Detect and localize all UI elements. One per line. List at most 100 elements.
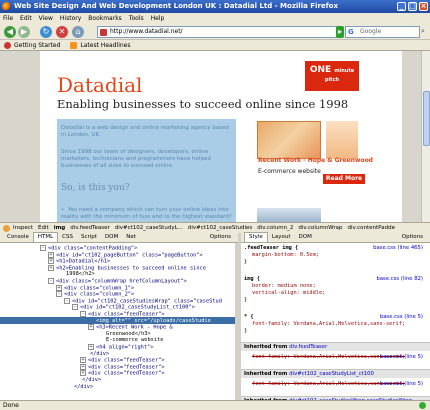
expand-icon[interactable]: + xyxy=(48,258,54,265)
site-logo[interactable]: Datadial xyxy=(57,73,142,97)
menu-help[interactable]: Help xyxy=(151,15,165,22)
css-source-link[interactable]: base.css (line 82) xyxy=(376,276,423,283)
html-node-line[interactable]: Greenwood</h3> xyxy=(96,331,151,338)
html-node-line[interactable]: </div> xyxy=(64,384,93,391)
collapse-icon[interactable]: - xyxy=(64,297,70,304)
forward-icon[interactable]: ▶ xyxy=(18,26,30,38)
crumb-casestudylist[interactable]: div#ct102_caseStudyL... xyxy=(115,225,183,231)
collapse-icon[interactable]: - xyxy=(72,304,78,311)
html-options-button[interactable]: Options xyxy=(206,233,235,242)
collapse-icon[interactable]: - xyxy=(80,311,86,317)
style-options-button[interactable]: Options xyxy=(398,233,427,242)
window-title-bar[interactable]: Web Site Design And Web Development Lond… xyxy=(0,0,430,13)
read-more-button[interactable]: Read More xyxy=(323,174,365,184)
firefox-bookmark-icon xyxy=(4,41,11,49)
css-rule-universal[interactable]: * { base.css (line 5) font-family: Verda… xyxy=(244,314,427,335)
expand-icon[interactable]: + xyxy=(80,357,86,364)
tab-net[interactable]: Net xyxy=(122,233,140,242)
css-source-link[interactable]: base.css (line 5) xyxy=(380,314,423,321)
html-node-text: <div class="feedTeaser"> xyxy=(88,370,165,377)
menu-bookmarks[interactable]: Bookmarks xyxy=(88,15,122,22)
menu-file[interactable]: File xyxy=(3,15,13,22)
expand-icon[interactable]: + xyxy=(48,251,54,258)
tab-side-dom[interactable]: DOM xyxy=(295,233,316,242)
tab-dom[interactable]: DOM xyxy=(101,233,122,242)
crumb-columnwrap[interactable]: div.columnWrap xyxy=(298,225,342,231)
home-icon[interactable]: ⌂ xyxy=(72,26,84,38)
crumb-feedteaser[interactable]: div.feedTeaser xyxy=(70,225,109,231)
expand-icon[interactable]: + xyxy=(80,370,86,377)
inspect-button[interactable]: Inspect xyxy=(13,225,33,231)
expand-icon[interactable]: + xyxy=(88,324,94,331)
one-minute-pitch-banner[interactable]: ONE minute pitch xyxy=(305,61,359,91)
css-source-link[interactable]: base.css (line 465) xyxy=(373,245,423,252)
crumb-contentpadding[interactable]: div.contentPadde xyxy=(348,225,395,231)
close-button[interactable]: × xyxy=(419,2,428,11)
expand-icon[interactable]: + xyxy=(56,284,62,291)
go-icon[interactable]: ▸ xyxy=(336,26,344,38)
css-source-link[interactable]: base.css (line 5) xyxy=(380,381,423,388)
expand-icon[interactable]: + xyxy=(80,363,86,370)
reload-icon[interactable]: ↻ xyxy=(40,26,52,38)
inherited-header-casestudylist: Inherited from div#ct102_caseStudyList_c… xyxy=(241,369,430,378)
intro-paragraph-1: Datadial is a web design and online mark… xyxy=(61,125,229,138)
search-placeholder: Google xyxy=(360,28,382,35)
html-node-text: <div class="column_1"> xyxy=(64,285,135,292)
recent-work-image[interactable] xyxy=(257,121,321,159)
page-scrollbar[interactable] xyxy=(421,51,430,222)
search-input[interactable]: G Google xyxy=(345,26,420,38)
recent-work-title[interactable]: Recent Work - Hope & Greenwood xyxy=(258,157,373,164)
expand-icon[interactable]: + xyxy=(88,344,94,350)
back-icon[interactable]: ◀ xyxy=(4,26,16,38)
html-node-line[interactable]: 1998</h2> xyxy=(56,271,95,278)
html-node-text: 1998</h2> xyxy=(66,271,95,278)
menu-edit[interactable]: Edit xyxy=(20,15,32,22)
firebug-tabs: Console HTML CSS Script DOM Net Options xyxy=(0,232,238,243)
tab-html[interactable]: HTML xyxy=(32,232,59,242)
firebug-status-icon[interactable] xyxy=(419,402,426,409)
menu-tools[interactable]: Tools xyxy=(129,15,144,22)
maximize-button[interactable]: □ xyxy=(408,2,417,11)
stop-icon[interactable]: ✕ xyxy=(56,26,68,38)
collapse-icon[interactable]: - xyxy=(56,291,62,298)
menu-history[interactable]: History xyxy=(60,15,81,22)
css-source-link[interactable]: base.css (line 5) xyxy=(380,354,423,361)
html-node-line[interactable]: E-commerce website xyxy=(96,337,163,344)
bookmark-latest-headlines[interactable]: Latest Headlines xyxy=(70,41,130,49)
status-bar: Done xyxy=(0,400,430,410)
window-title: Web Site Design And Web Development Lond… xyxy=(14,2,339,10)
tab-layout[interactable]: Layout xyxy=(268,233,295,242)
url-input[interactable]: http://www.datadial.net/ xyxy=(97,26,337,38)
html-node-line[interactable]: </div> xyxy=(72,377,101,384)
css-style-pane[interactable]: .feedTeaser img { base.css (line 465) ma… xyxy=(241,243,430,410)
minimize-button[interactable]: _ xyxy=(397,2,406,11)
firebug-icon[interactable] xyxy=(3,224,10,232)
tab-css[interactable]: CSS xyxy=(58,233,77,242)
html-node-selected[interactable]: <img alt="" src="/uploads/caseStudie xyxy=(88,318,211,325)
inherited-rule-2[interactable]: base.css (line 5) font-family: Verdana,A… xyxy=(244,381,427,388)
css-rule-img[interactable]: img { base.css (line 82) border: medium … xyxy=(244,276,427,304)
expand-icon[interactable]: + xyxy=(48,264,54,271)
crumb-casestudies[interactable]: div#ct102_caseStudies xyxy=(188,225,252,231)
menu-view[interactable]: View xyxy=(39,15,53,22)
collapse-icon[interactable]: - xyxy=(40,245,46,251)
collapse-icon[interactable]: - xyxy=(48,278,54,284)
inherited-rule-1[interactable]: base.css (line 5) font-family: Verdana,A… xyxy=(244,354,427,361)
bookmark-getting-started[interactable]: Getting Started xyxy=(4,41,60,49)
inherited-link[interactable]: div.feedTeaser xyxy=(289,344,327,350)
tab-console[interactable]: Console xyxy=(3,233,33,242)
firefox-icon xyxy=(2,2,11,11)
crumb-img[interactable]: img xyxy=(54,225,66,231)
tab-script[interactable]: Script xyxy=(77,233,101,242)
scrollbar-thumb[interactable] xyxy=(423,91,430,146)
html-node-line[interactable]: </div> xyxy=(80,351,109,358)
crumb-column2[interactable]: div.column_2 xyxy=(257,225,293,231)
css-rule-feedteaser-img[interactable]: .feedTeaser img { base.css (line 465) ma… xyxy=(244,245,427,266)
recent-work-image-2 xyxy=(326,121,358,159)
search-go-icon[interactable]: ⌕ xyxy=(421,27,425,36)
tab-style[interactable]: Style xyxy=(244,232,268,242)
html-tree-pane[interactable]: - <div class="contentPadding"> + <div id="c… xyxy=(0,243,238,410)
edit-button[interactable]: Edit xyxy=(38,225,49,231)
inherited-link[interactable]: div#ct102_caseStudyList_ct100 xyxy=(289,371,374,377)
html-node-text: </div> xyxy=(74,383,94,390)
